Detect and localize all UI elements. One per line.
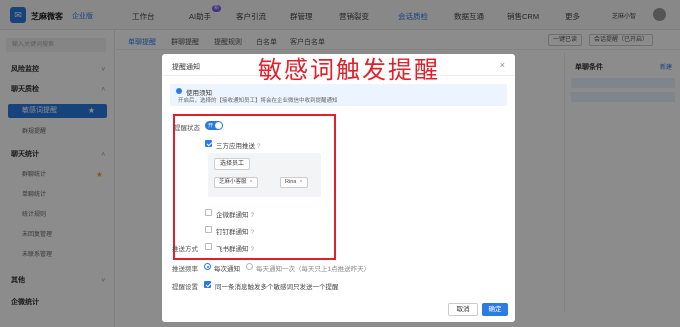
help-icon: ? xyxy=(250,212,254,219)
wecom-group-checkbox[interactable] xyxy=(205,209,212,216)
dedupe-checkbox[interactable] xyxy=(204,281,211,288)
info-icon xyxy=(176,88,182,94)
annotation-title: 敏感词触发提醒 xyxy=(258,56,440,84)
modal-title: 提醒通知 xyxy=(172,64,200,71)
dingtalk-group-label: 钉钉群通知 ? xyxy=(216,229,254,236)
staff-picker: 选择员工 芝麻小客服 × Rina × xyxy=(208,153,321,197)
frequency-daily-radio[interactable] xyxy=(246,263,253,270)
wecom-group-label: 企微群通知 ? xyxy=(216,212,254,219)
select-staff-button[interactable]: 选择员工 xyxy=(214,158,251,170)
setting-label: 提醒设置 xyxy=(172,284,198,291)
dingtalk-group-checkbox[interactable] xyxy=(205,226,212,233)
cancel-button[interactable]: 取消 xyxy=(448,303,478,316)
help-icon: ? xyxy=(256,143,261,150)
close-icon[interactable]: × xyxy=(299,179,302,185)
feishu-group-label: 飞书群通知 ? xyxy=(216,246,254,253)
notify-status-toggle[interactable]: 开 xyxy=(205,121,223,130)
feishu-group-checkbox[interactable] xyxy=(205,243,212,250)
notify-status-label: 提醒状态 xyxy=(174,125,200,132)
help-icon: ? xyxy=(250,246,254,253)
notify-modal: 提醒通知 × 敏感词触发提醒 使用须知 开启后，选择的【接收通知员工】将会在企业… xyxy=(162,54,515,322)
toggle-knob xyxy=(215,122,222,129)
app-push-checkbox[interactable] xyxy=(205,140,212,147)
close-icon[interactable]: × xyxy=(500,60,505,70)
staff-tag[interactable]: Rina × xyxy=(280,177,308,188)
push-method-label: 推送方式 xyxy=(172,246,198,253)
info-description: 开启后，选择的【接收通知员工】将会在企业微信中收到提醒通知 xyxy=(178,98,338,104)
confirm-button[interactable]: 确定 xyxy=(482,303,508,316)
frequency-each-radio[interactable] xyxy=(204,263,211,270)
dedupe-label: 同一条消息触发多个敏感词只发送一个提醒 xyxy=(215,284,339,291)
help-icon: ? xyxy=(250,229,254,236)
frequency-label: 推送频率 xyxy=(172,266,198,273)
frequency-daily-label: 每天通知一次（每天只上1点推送昨天） xyxy=(256,266,371,273)
toggle-text: 开 xyxy=(208,123,214,129)
info-notice: 使用须知 开启后，选择的【接收通知员工】将会在企业微信中收到提醒通知 xyxy=(170,84,507,106)
staff-tag[interactable]: 芝麻小客服 × xyxy=(214,177,258,188)
app-push-label: 三方应用推送 ? xyxy=(216,143,261,150)
frequency-each-label: 每次通知 xyxy=(214,266,240,273)
close-icon[interactable]: × xyxy=(250,179,253,185)
